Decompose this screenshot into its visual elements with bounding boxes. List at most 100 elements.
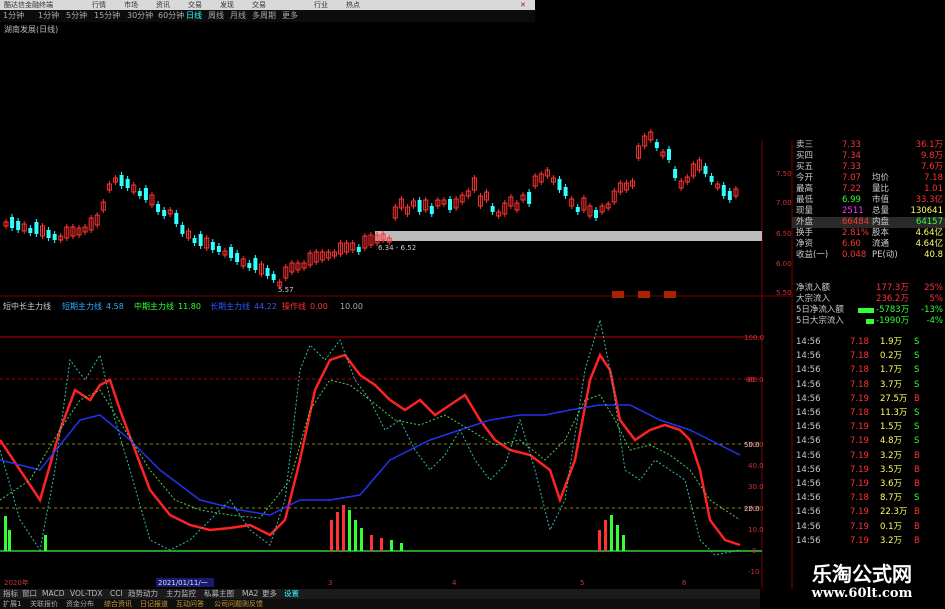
tab-more[interactable]: 更多 — [262, 589, 277, 599]
tick-side: S — [914, 408, 920, 418]
tab-ma2[interactable]: MA2 — [242, 589, 258, 599]
long-term-line — [0, 404, 741, 516]
tick-side: B — [914, 450, 920, 461]
tab-private[interactable]: 私募主图 — [204, 589, 234, 599]
tick-side: S — [914, 351, 920, 362]
ind-tick: 0 — [752, 547, 756, 555]
status-item[interactable]: 扩展1 — [3, 599, 21, 609]
status-item[interactable]: 日记报道 — [140, 599, 168, 609]
candle — [484, 189, 490, 203]
quote-value2: 36.1万 — [915, 140, 943, 150]
flow-value: -1990万 — [876, 316, 910, 326]
quote-label: 收益(一) — [796, 250, 829, 260]
tab-window[interactable]: 窗口 — [22, 589, 37, 599]
histogram-bar — [44, 535, 47, 551]
candle — [350, 240, 356, 253]
tick-price: 7.18 — [850, 351, 869, 362]
candle — [423, 197, 429, 213]
flow-pct: -13% — [921, 305, 943, 315]
candle — [258, 261, 264, 277]
date-tick: 5 — [580, 579, 584, 587]
tick-time: 14:56 — [796, 365, 821, 376]
candle — [404, 204, 410, 217]
tab-settings[interactable]: 设置 — [284, 589, 299, 599]
tab-trend[interactable]: 趋势动力 — [128, 589, 158, 599]
quote-label: 最低 — [796, 195, 814, 205]
tick-volume: 1.9万 — [880, 337, 903, 347]
ind-item-label: 短期主力线 — [62, 302, 102, 311]
candle — [465, 188, 471, 199]
candle — [344, 240, 350, 255]
indicator-header: 短中长主力线 短期主力线 4.58 中期主力线 11.80 长期主力线 44.2… — [0, 301, 760, 313]
candle — [557, 176, 562, 193]
candle — [192, 235, 197, 246]
status-item[interactable]: 公司问题则反馈 — [214, 599, 263, 609]
quote-value2: 40.8 — [924, 250, 943, 260]
flow-value: 236.2万 — [876, 294, 909, 304]
flow-bar — [858, 308, 874, 313]
quote-value: 7.34 — [842, 151, 861, 161]
flow-label: 5日净流入额 — [796, 305, 844, 315]
ind-mid-label: 80 — [746, 376, 755, 384]
quote-label: 买五 — [796, 162, 814, 172]
tick-time: 14:56 — [796, 351, 821, 362]
date-cursor: 2021/01/11/一 — [158, 579, 208, 587]
candle — [514, 200, 520, 213]
tick-volume: 3.7万 — [880, 379, 903, 390]
tick-time: 14:56 — [796, 337, 821, 347]
status-item[interactable]: 互动问答 — [176, 599, 204, 609]
ind-tick: 30.0 — [748, 483, 764, 491]
status-item[interactable]: 关联报价 — [30, 599, 58, 609]
histogram-bar — [370, 535, 373, 551]
tab-monitor[interactable]: 主力监控 — [166, 589, 196, 599]
tick-volume: 22.3万 — [880, 507, 908, 518]
candle — [88, 215, 94, 233]
indicator-name[interactable]: 短中长主力线 — [3, 301, 51, 313]
quote-value: 6.99 — [842, 195, 861, 205]
tick-time: 14:56 — [796, 436, 821, 447]
candle — [119, 172, 124, 189]
histogram-bar — [8, 530, 11, 551]
price-tick: 7.00 — [776, 199, 792, 207]
candlesticks — [3, 129, 739, 289]
watermark-title: 乐淘公式网 — [812, 562, 912, 586]
quote-value: 7.33 — [842, 162, 861, 172]
candle — [174, 210, 179, 227]
quote-label: 现量 — [796, 206, 814, 216]
candle — [587, 203, 593, 219]
tick-time: 14:56 — [796, 379, 821, 390]
flow-label: 5日大宗流入 — [796, 316, 844, 326]
ind-mid-label: 50.0 — [744, 441, 760, 449]
quote-row: 买四 7.34 9.8万 — [792, 151, 945, 162]
quote-row: 现量 2511 总量 130641 — [792, 206, 945, 217]
tick-time: 14:56 — [796, 521, 821, 532]
tab-cci[interactable]: CCI — [110, 589, 123, 599]
candle — [667, 146, 672, 163]
candle — [143, 185, 148, 203]
candle — [28, 225, 33, 236]
candle — [690, 161, 696, 179]
tab-vol[interactable]: VOL-TDX — [70, 589, 102, 599]
ind-item-label: 操作线 — [282, 302, 306, 311]
status-item[interactable]: 资金分布 — [66, 599, 94, 609]
tick-price: 7.18 — [850, 337, 869, 347]
candle — [149, 192, 155, 208]
low-price-label: 5.57 — [278, 286, 294, 294]
tick-price: 7.19 — [850, 535, 869, 546]
tab-indicator[interactable]: 指标 — [3, 589, 18, 599]
tick-price: 7.19 — [850, 521, 869, 532]
histogram-bar — [400, 543, 403, 551]
status-item[interactable]: 综合资讯 — [104, 599, 132, 609]
quote-value: 7.22 — [842, 184, 861, 194]
date-tick: 2020年 — [4, 578, 29, 587]
candle — [709, 173, 714, 185]
quote-value: 6.60 — [842, 239, 861, 249]
candle — [490, 203, 495, 215]
quote-label2: 内盘 — [872, 217, 890, 227]
tab-macd[interactable]: MACD — [42, 589, 64, 599]
candle — [703, 163, 708, 177]
tick-volume: 4.8万 — [880, 436, 903, 447]
tick-side: S — [914, 379, 920, 390]
tick-volume: 0.1万 — [880, 521, 903, 532]
candle — [325, 249, 331, 261]
